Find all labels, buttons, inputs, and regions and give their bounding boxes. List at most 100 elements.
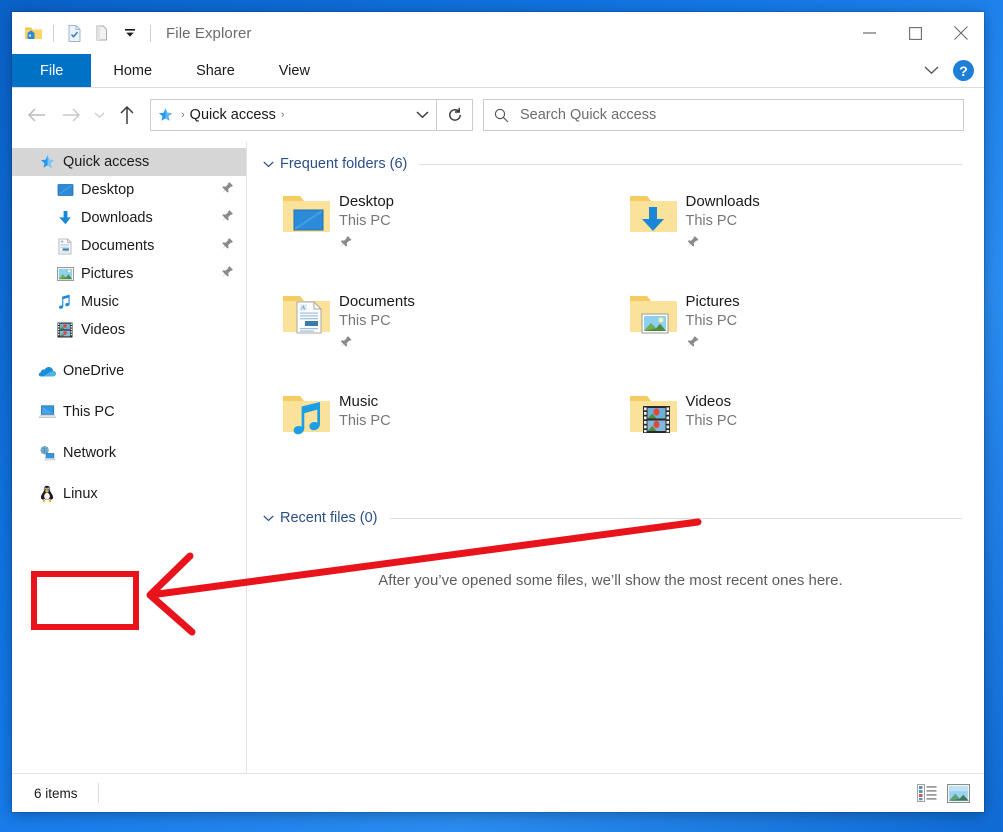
- large-icons-view-button[interactable]: [947, 784, 970, 803]
- folder-location: This PC: [686, 312, 740, 332]
- main-content-pane: Frequent folders (6): [247, 142, 984, 773]
- frequent-folders-grid: Desktop This PC: [255, 186, 966, 486]
- breadcrumb-separator-2[interactable]: ›: [278, 109, 288, 121]
- group-divider: [419, 164, 962, 165]
- sidebar-item-music[interactable]: Music: [12, 288, 246, 316]
- sidebar-item-label: Downloads: [81, 210, 153, 226]
- videos-icon: [56, 321, 74, 339]
- folder-meta: Desktop This PC: [339, 186, 394, 256]
- refresh-button[interactable]: [437, 99, 473, 131]
- quick-access-star-icon: [38, 153, 56, 171]
- address-bar[interactable]: › Quick access ›: [150, 99, 437, 131]
- this-pc-icon: [38, 403, 56, 421]
- sidebar-item-label: Desktop: [81, 182, 134, 198]
- pin-icon[interactable]: [339, 335, 415, 356]
- file-explorer-icon[interactable]: [20, 20, 46, 46]
- details-view-button[interactable]: [917, 784, 937, 802]
- up-button[interactable]: [110, 98, 144, 132]
- customize-qat-icon[interactable]: [117, 20, 143, 46]
- group-header-recent-files[interactable]: Recent files (0): [255, 510, 966, 526]
- file-explorer-window: File Explorer File Home Share View ?: [12, 12, 984, 812]
- desktop-icon: [56, 181, 74, 199]
- folder-item[interactable]: A Documents Thi: [273, 286, 620, 386]
- pin-icon[interactable]: [686, 335, 740, 356]
- status-bar: 6 items: [12, 773, 984, 812]
- collapse-chevron-icon[interactable]: [263, 515, 274, 522]
- folder-meta: Documents This PC: [339, 286, 415, 356]
- sidebar-item-this-pc[interactable]: This PC: [12, 398, 246, 426]
- breadcrumb-quick-access[interactable]: Quick access: [190, 107, 276, 123]
- folder-location: This PC: [686, 412, 738, 432]
- search-icon: [494, 108, 509, 123]
- tab-view[interactable]: View: [257, 54, 332, 87]
- pin-icon[interactable]: [221, 209, 234, 229]
- search-input[interactable]: Search Quick access: [483, 99, 964, 131]
- chevron-down-icon[interactable]: [917, 57, 945, 85]
- search-placeholder: Search Quick access: [520, 107, 656, 123]
- folder-location: This PC: [686, 212, 760, 232]
- recent-locations-button[interactable]: [88, 98, 110, 132]
- folder-pictures-icon: [620, 286, 686, 352]
- pin-icon[interactable]: [221, 265, 234, 285]
- folder-item[interactable]: Music This PC: [273, 386, 620, 486]
- sidebar-item-downloads[interactable]: Downloads: [12, 204, 246, 232]
- folder-item[interactable]: Desktop This PC: [273, 186, 620, 286]
- sidebar-item-quick-access[interactable]: Quick access: [12, 148, 246, 176]
- breadcrumb[interactable]: › Quick access ›: [151, 107, 408, 124]
- sidebar-item-label: This PC: [63, 404, 115, 420]
- title-bar: File Explorer: [12, 12, 984, 54]
- sidebar-item-pictures[interactable]: Pictures: [12, 260, 246, 288]
- folder-desktop-icon: [273, 186, 339, 252]
- svg-text:A: A: [60, 239, 63, 243]
- sidebar-item-label: Music: [81, 294, 119, 310]
- sidebar-item-linux[interactable]: Linux: [12, 480, 246, 508]
- sidebar-gap: [12, 385, 246, 398]
- folder-name: Music: [339, 392, 391, 412]
- tab-home[interactable]: Home: [91, 54, 174, 87]
- qat-divider-2: [150, 25, 151, 42]
- folder-name: Videos: [686, 392, 738, 412]
- forward-button[interactable]: [54, 98, 88, 132]
- sidebar-item-label: Pictures: [81, 266, 133, 282]
- folder-name: Pictures: [686, 292, 740, 312]
- pin-icon[interactable]: [221, 181, 234, 201]
- back-button[interactable]: [20, 98, 54, 132]
- sidebar-item-onedrive[interactable]: OneDrive: [12, 357, 246, 385]
- properties-icon[interactable]: [61, 20, 87, 46]
- documents-icon: A: [56, 237, 74, 255]
- tab-file[interactable]: File: [12, 54, 91, 87]
- sidebar-item-desktop[interactable]: Desktop: [12, 176, 246, 204]
- folder-item[interactable]: Pictures This PC: [620, 286, 967, 386]
- sidebar-item-network[interactable]: Network: [12, 439, 246, 467]
- pin-icon[interactable]: [339, 235, 394, 256]
- minimize-button[interactable]: [846, 12, 892, 54]
- sidebar-item-label: OneDrive: [63, 363, 124, 379]
- help-icon[interactable]: ?: [953, 60, 974, 81]
- new-folder-icon[interactable]: [89, 20, 115, 46]
- folder-meta: Downloads This PC: [686, 186, 760, 256]
- window-controls: [846, 12, 984, 54]
- window-title: File Explorer: [166, 25, 252, 42]
- maximize-button[interactable]: [892, 12, 938, 54]
- sidebar-gap: [12, 344, 246, 357]
- folder-item[interactable]: Videos This PC: [620, 386, 967, 486]
- group-title: Recent files (0): [280, 510, 378, 526]
- pin-icon[interactable]: [221, 237, 234, 257]
- sidebar-item-label: Linux: [63, 486, 98, 502]
- sidebar-item-label: Documents: [81, 238, 154, 254]
- ribbon-tab-bar: File Home Share View ?: [12, 54, 984, 88]
- group-header-frequent-folders[interactable]: Frequent folders (6): [255, 156, 966, 172]
- linux-penguin-icon: [38, 485, 56, 503]
- folder-location: This PC: [339, 412, 391, 432]
- pictures-icon: [56, 265, 74, 283]
- address-dropdown-icon[interactable]: [408, 101, 436, 129]
- pin-icon[interactable]: [686, 235, 760, 256]
- sidebar-gap: [12, 426, 246, 439]
- tab-share[interactable]: Share: [174, 54, 257, 87]
- collapse-chevron-icon[interactable]: [263, 161, 274, 168]
- sidebar-item-videos[interactable]: Videos: [12, 316, 246, 344]
- folder-item[interactable]: Downloads This PC: [620, 186, 967, 286]
- close-button[interactable]: [938, 12, 984, 54]
- group-title: Frequent folders (6): [280, 156, 407, 172]
- sidebar-item-documents[interactable]: A Documents: [12, 232, 246, 260]
